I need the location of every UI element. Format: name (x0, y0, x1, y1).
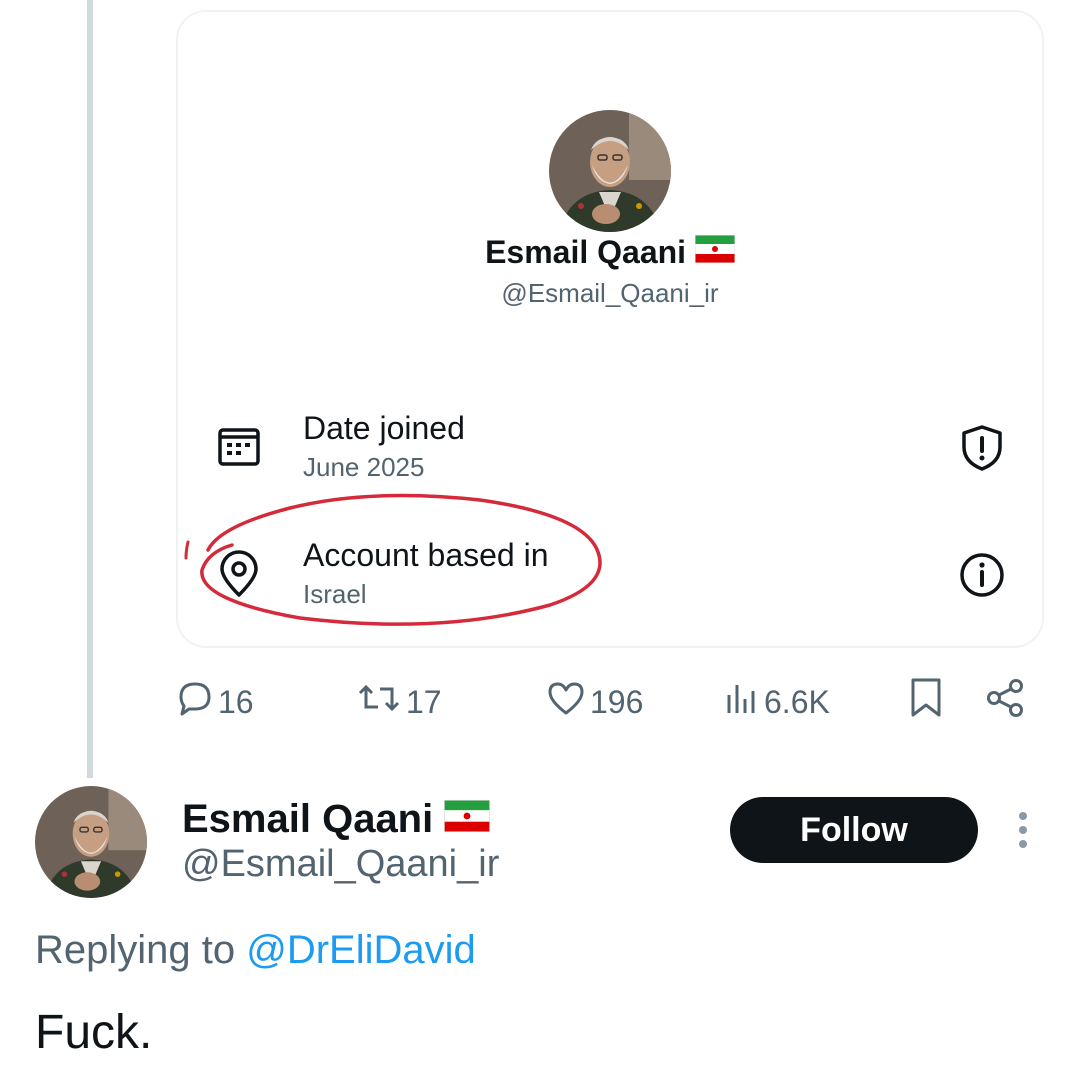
reply-display-name[interactable]: Esmail Qaani (182, 797, 433, 841)
card-name-row: Esmail Qaani (0, 232, 1080, 271)
like-action[interactable]: 196 (546, 680, 643, 724)
bookmark-button[interactable] (908, 677, 944, 727)
date-joined-value: June 2025 (303, 452, 425, 482)
reply-icon (176, 679, 214, 725)
info-icon[interactable] (959, 552, 1005, 603)
views-count: 6.6K (764, 683, 830, 720)
reply-action[interactable]: 16 (176, 680, 254, 724)
card-avatar[interactable] (549, 110, 671, 232)
repost-icon (356, 679, 402, 725)
calendar-icon (216, 424, 262, 473)
reply-handle[interactable]: @Esmail_Qaani_ir (182, 843, 499, 886)
bookmark-icon (908, 677, 944, 727)
replying-to-mention-link[interactable]: @DrEliDavid (246, 928, 476, 972)
reply-tweet-text: Fuck. (35, 1006, 153, 1059)
more-vertical-icon (1019, 812, 1027, 848)
like-count: 196 (590, 683, 644, 720)
highlight-circle-annotation (184, 493, 602, 626)
iran-flag-icon (443, 797, 491, 842)
heart-icon (546, 679, 586, 725)
repost-count: 17 (406, 683, 442, 720)
follow-button[interactable]: Follow (730, 797, 978, 863)
share-button[interactable] (985, 677, 1025, 727)
tweet-thread-view: Esmail Qaani @Esmail_Qaani_ir Date joine… (0, 0, 1080, 1087)
iran-flag-icon (694, 234, 736, 271)
share-icon (985, 677, 1025, 727)
reply-count: 16 (218, 683, 254, 720)
replying-to-prefix: Replying to (35, 928, 247, 972)
card-display-name: Esmail Qaani (485, 234, 687, 271)
shield-alert-icon[interactable] (960, 424, 1004, 477)
more-options-button[interactable] (1008, 808, 1038, 852)
reply-avatar[interactable] (35, 786, 147, 898)
views-action[interactable]: 6.6K (724, 680, 830, 724)
reply-display-name-row[interactable]: Esmail Qaani (182, 795, 491, 842)
thread-connector-line (87, 0, 93, 778)
views-icon (724, 679, 760, 725)
date-joined-label: Date joined (303, 410, 465, 446)
replying-to-line: Replying to @DrEliDavid (35, 928, 476, 973)
card-handle: @Esmail_Qaani_ir (501, 278, 719, 308)
repost-action[interactable]: 17 (356, 680, 442, 724)
